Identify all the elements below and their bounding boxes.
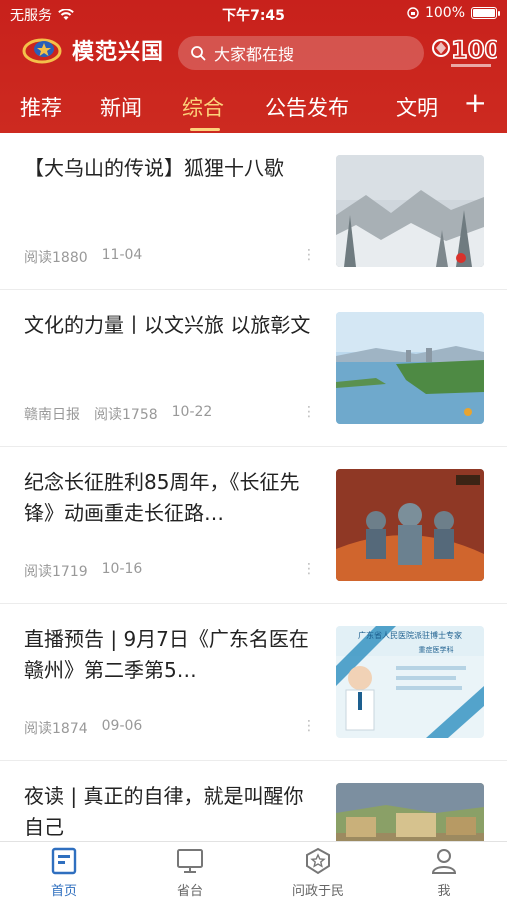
- status-bar: 无服务 下午7:45 100%: [0, 0, 507, 28]
- poster-dept: 重症医学科: [419, 645, 454, 654]
- article-title: 直播预告 | 9月7日《广东名医在赣州》第二季第5…: [24, 627, 309, 682]
- logo-text: 模范兴国: [72, 40, 165, 65]
- user-icon: [431, 849, 457, 874]
- article-meta: 阅读1880 11-04: [24, 247, 142, 267]
- logo-mark-icon: [22, 38, 62, 64]
- article-thumbnail[interactable]: [336, 469, 484, 581]
- tab-announcements[interactable]: 公告发布: [265, 92, 349, 122]
- article-date: 10-16: [101, 561, 143, 577]
- add-channel-button[interactable]: +: [464, 89, 487, 117]
- article-reads: 阅读1874: [24, 721, 88, 737]
- article-thumbnail[interactable]: [336, 155, 484, 267]
- nav-province-tv-label: 省台: [176, 884, 203, 899]
- nav-ask-government[interactable]: 问政于民: [268, 846, 368, 899]
- search-icon: [191, 46, 206, 61]
- article-meta: 阅读1719 10-16: [24, 561, 142, 581]
- star-badge-icon: [306, 847, 330, 875]
- nav-province-tv[interactable]: 省台: [140, 846, 240, 899]
- article-meta: 阅读1874 09-06: [24, 718, 142, 738]
- bottom-navigation: 首页 省台 问政于民 我: [0, 841, 507, 900]
- search-bar[interactable]: 大家都在搜: [178, 36, 424, 70]
- more-options-icon[interactable]: ⋮: [302, 404, 316, 420]
- article-reads: 阅读1719: [24, 564, 88, 580]
- tab-news[interactable]: 新闻: [100, 92, 142, 122]
- home-news-icon: [51, 847, 77, 875]
- tab-civilization[interactable]: 文明: [396, 92, 438, 122]
- article-reads: 阅读1880: [24, 250, 88, 266]
- search-placeholder: 大家都在搜: [214, 45, 295, 64]
- article-date: 09-06: [101, 718, 143, 734]
- list-item[interactable]: 【大乌山的传说】狐狸十八歇 阅读1880 11-04 ⋮: [0, 133, 507, 290]
- list-item[interactable]: 夜读 | 真正的自律，就是叫醒你自己: [0, 761, 507, 841]
- article-title: 夜读 | 真正的自律，就是叫醒你自己: [24, 784, 304, 839]
- nav-home-label: 首页: [50, 884, 77, 899]
- more-options-icon[interactable]: ⋮: [302, 247, 316, 263]
- nav-ask-government-label: 问政于民: [291, 884, 344, 899]
- list-item[interactable]: 直播预告 | 9月7日《广东名医在赣州》第二季第5… 阅读1874 09-06 …: [0, 604, 507, 761]
- app-logo[interactable]: 模范兴国: [22, 34, 164, 66]
- more-options-icon[interactable]: ⋮: [302, 561, 316, 577]
- article-reads: 阅读1758: [94, 407, 158, 423]
- orientation-lock-icon: [407, 7, 419, 19]
- article-title: 文化的力量丨以文兴旅 以旅彰文: [24, 313, 311, 337]
- article-date: 11-04: [101, 247, 143, 263]
- article-thumbnail[interactable]: [336, 783, 484, 841]
- channel-tabs: 推荐 新闻 综合 公告发布 文明: [0, 80, 507, 133]
- more-options-icon[interactable]: ⋮: [302, 718, 316, 734]
- article-source: 赣南日报: [24, 407, 80, 423]
- active-tab-indicator: [190, 128, 220, 131]
- nav-home[interactable]: 首页: [14, 846, 114, 899]
- svg-text:100: 100: [451, 36, 497, 64]
- list-item[interactable]: 文化的力量丨以文兴旅 以旅彰文 赣南日报 阅读1758 10-22 ⋮: [0, 290, 507, 447]
- battery-percent: 100%: [424, 5, 465, 21]
- article-meta: 赣南日报 阅读1758 10-22: [24, 404, 212, 424]
- article-date: 10-22: [171, 404, 213, 420]
- poster-title: 广东省人民医院派驻博士专家: [358, 630, 462, 640]
- article-title: 纪念长征胜利85周年，《长征先锋》动画重走长征路…: [24, 470, 300, 525]
- header: 无服务 下午7:45 100% 模范兴国 大家都在搜 100 推荐 新闻 综合 …: [0, 0, 507, 133]
- anniversary-emblem-icon: 100: [432, 35, 497, 67]
- nav-me-label: 我: [437, 884, 451, 899]
- nav-me[interactable]: 我: [394, 846, 494, 899]
- tv-monitor-icon: [177, 849, 203, 873]
- status-right: 100%: [407, 5, 500, 21]
- list-item[interactable]: 纪念长征胜利85周年，《长征先锋》动画重走长征路… 阅读1719 10-16 ⋮: [0, 447, 507, 604]
- article-thumbnail[interactable]: [336, 312, 484, 424]
- news-feed: 【大乌山的传说】狐狸十八歇 阅读1880 11-04 ⋮ 文化的力量丨以文兴旅 …: [0, 133, 507, 841]
- article-title: 【大乌山的传说】狐狸十八歇: [24, 156, 284, 180]
- tab-general[interactable]: 综合: [182, 92, 224, 122]
- app-screen: 无服务 下午7:45 100% 模范兴国 大家都在搜 100 推荐 新闻 综合 …: [0, 0, 507, 900]
- battery-icon: [471, 7, 500, 19]
- tab-recommend[interactable]: 推荐: [20, 92, 62, 122]
- article-thumbnail[interactable]: 广东省人民医院派驻博士专家 重症医学科: [336, 626, 484, 738]
- top-bar: 模范兴国 大家都在搜 100: [0, 28, 507, 76]
